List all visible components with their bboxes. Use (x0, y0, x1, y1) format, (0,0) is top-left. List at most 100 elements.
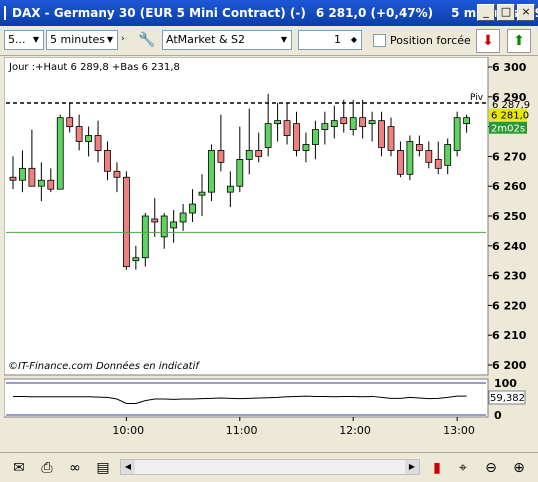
candle-body (359, 117, 367, 127)
candle-body (226, 185, 234, 193)
candle-body (274, 120, 282, 125)
maximize-glyph: □ (500, 5, 512, 18)
candle-body (368, 120, 376, 125)
chevron-down-icon: ▼ (106, 35, 114, 44)
candle-body (113, 170, 121, 178)
candle-body (19, 167, 26, 181)
day-high-low-info: Jour :+Haut 6 289,8 +Bas 6 231,8 (8, 62, 180, 73)
indicator-tick-label: 100 (494, 377, 517, 390)
window-price: 6 281,0 (+0,47%) (315, 6, 434, 20)
candle-body (9, 176, 17, 181)
notepad-icon[interactable]: ▤ (92, 457, 114, 479)
envelope-icon[interactable]: ✉ (8, 457, 30, 479)
candle-body (66, 117, 74, 127)
copyright-text: ©IT-Finance.com Données en indicatif (8, 360, 200, 372)
scroll-right-arrow-icon[interactable]: ▶ (405, 460, 419, 474)
zoom-out-icon[interactable]: ⊖ (480, 457, 502, 479)
position-forcee-checkbox[interactable] (373, 34, 386, 47)
candle-body (132, 257, 140, 262)
candle-body (415, 144, 423, 151)
pivot-label: Piv (470, 93, 484, 103)
candle-body (283, 120, 291, 136)
x-tick-label: 11:00 (226, 424, 258, 435)
candle-body (397, 150, 404, 175)
x-tick-label: 13:00 (443, 424, 475, 435)
chart-type-select[interactable]: 5... ▼ (4, 30, 44, 50)
printer-icon[interactable]: ⎙ (36, 457, 58, 479)
close-button[interactable]: × (517, 4, 535, 21)
candle-body (75, 126, 83, 142)
window-title: DAX - Germany 30 (EUR 5 Mini Contract) (… (12, 6, 306, 20)
scroll-left-arrow-icon[interactable]: ◀ (121, 460, 135, 474)
y-tick-label: 6 250 (492, 210, 527, 223)
chart-area[interactable]: 6 3006 2906 2806 2706 2606 2506 2406 230… (3, 56, 534, 437)
toolbar: 5... ▼ 5 minutes ▼ › 🔧 AtMarket & S2 ▼ 1… (0, 26, 538, 56)
zoom-in-icon[interactable]: ⊕ (508, 457, 530, 479)
horizontal-scrollbar[interactable]: ◀ ▶ (120, 459, 420, 475)
close-glyph: × (521, 5, 531, 18)
chart-type-value: 5... (8, 33, 26, 46)
title-bar: DAX - Germany 30 (EUR 5 Mini Contract) (… (0, 0, 538, 26)
interval-select[interactable]: 5 minutes ▼ (46, 30, 118, 50)
candle-body (189, 203, 196, 214)
buy-button[interactable]: ⬆ (507, 29, 531, 53)
minimize-glyph: _ (483, 5, 489, 18)
x-tick-label: 12:00 (339, 424, 371, 435)
candle-body (28, 167, 36, 187)
interval-value: 5 minutes (50, 33, 106, 46)
candle-body (104, 150, 111, 172)
maximize-button[interactable]: □ (497, 4, 515, 21)
y-tick-label: 6 260 (492, 180, 527, 193)
minimize-button[interactable]: _ (477, 4, 495, 21)
candle-body (453, 117, 461, 151)
candle-body (340, 117, 348, 125)
candle-body (56, 117, 64, 190)
y-tick-label: 6 300 (492, 61, 527, 74)
candle-body (94, 135, 102, 151)
countdown-timer: 2m02s (491, 124, 525, 135)
expand-arrow-icon[interactable]: › (121, 34, 125, 44)
candle-body (236, 158, 244, 187)
candle-body (425, 150, 433, 163)
candle-body (406, 141, 414, 175)
y-tick-label: 6 270 (492, 150, 527, 163)
candle-body (330, 120, 338, 127)
wrench-icon[interactable]: 🔧 (136, 29, 158, 53)
indicator-value: 59,382 (490, 393, 525, 404)
indicator-select[interactable]: AtMarket & S2 ▼ (162, 30, 292, 50)
zoom-fit-icon[interactable]: ⌖ (452, 457, 474, 479)
candle-body (302, 144, 310, 151)
indicator-tick-label: 0 (494, 409, 502, 422)
candle-body (198, 191, 206, 196)
link-icon[interactable]: ∞ (64, 457, 86, 479)
quantity-value: 1 (334, 33, 341, 46)
candle-body (123, 176, 130, 268)
candle-body (378, 120, 385, 148)
y-tick-label: 6 220 (492, 299, 527, 312)
y-tick-label: 6 230 (492, 270, 527, 283)
chevron-down-icon: ▼ (280, 35, 288, 44)
candle-body (37, 179, 45, 187)
candle-body (151, 218, 159, 223)
quantity-stepper[interactable]: 1 ◆ (298, 30, 362, 50)
indicator-icon[interactable]: ▮ (426, 457, 448, 479)
sell-button[interactable]: ⬇ (476, 29, 500, 53)
last-price: 6 281,0 (491, 111, 529, 122)
candle-body (141, 215, 149, 259)
candle-body (217, 150, 225, 163)
chevron-down-icon: ▼ (32, 35, 40, 44)
candle-body (311, 129, 319, 145)
price-chart[interactable]: 6 3006 2906 2806 2706 2606 2506 2406 230… (3, 56, 534, 437)
sell-arrow-icon: ⬇ (482, 33, 494, 49)
indicator-value: AtMarket & S2 (166, 33, 246, 46)
candle-body (444, 144, 452, 166)
candle-body (434, 158, 442, 169)
candle-body (463, 117, 471, 125)
candle-body (47, 179, 55, 190)
candle-body (85, 135, 92, 142)
candle-body (170, 221, 178, 229)
candle-body (208, 150, 215, 193)
candle-body (160, 215, 168, 238)
app-icon (4, 6, 6, 20)
spin-arrows-icon: ◆ (350, 35, 358, 44)
